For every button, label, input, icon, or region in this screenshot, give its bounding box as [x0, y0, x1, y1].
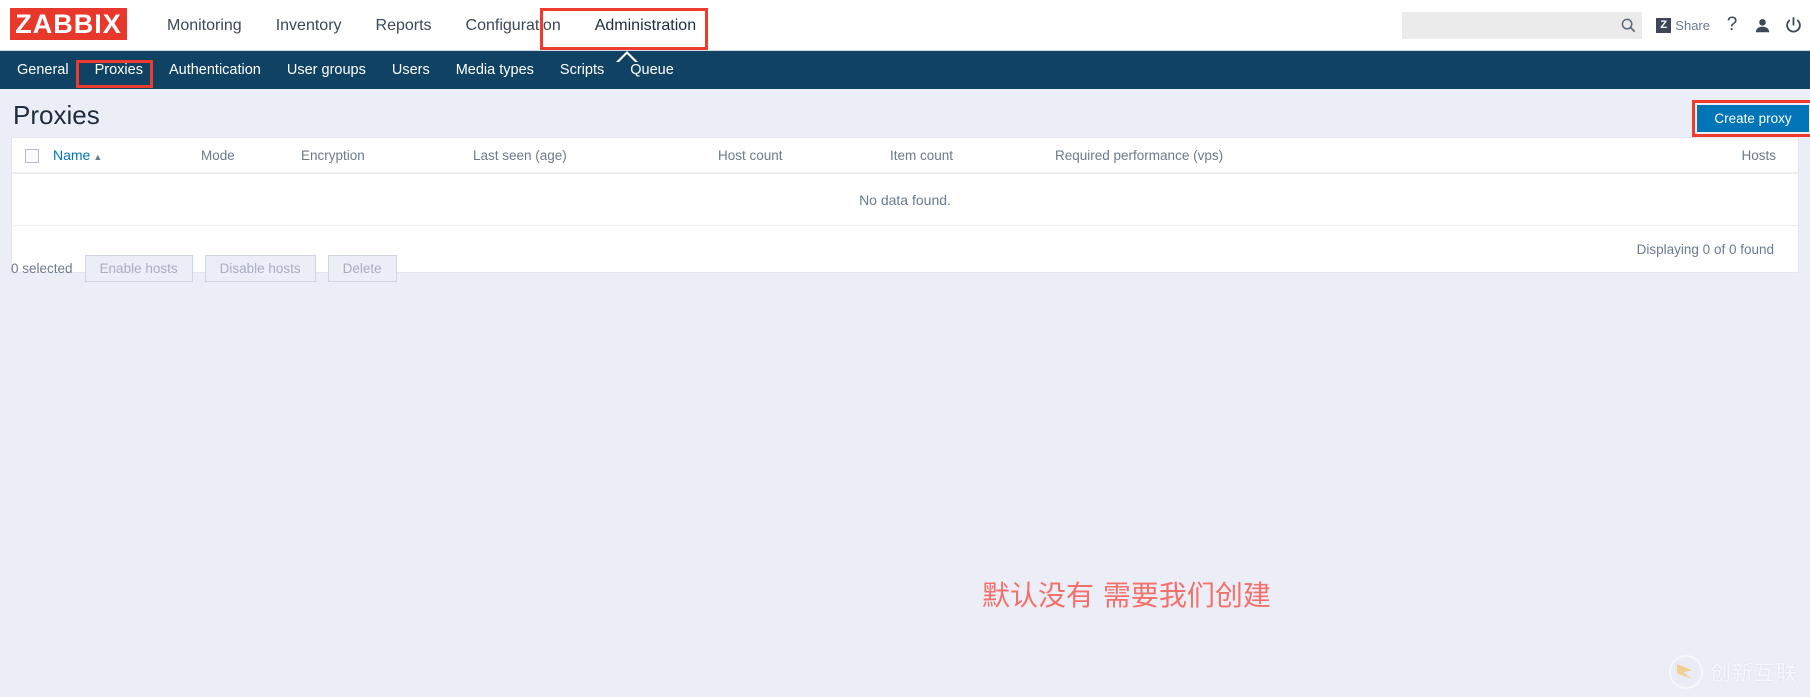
annotation-note-text: 默认没有 需要我们创建 [982, 579, 1271, 612]
page-body: Proxies Name ▲ Mode Encryption Last seen … [0, 89, 1810, 697]
proxies-table: Name ▲ Mode Encryption Last seen (age) Ho… [12, 138, 1798, 272]
column-header-required-performance[interactable]: Required performance (vps) [1055, 138, 1470, 174]
top-header: ZABBIX Monitoring Inventory Reports Conf… [0, 0, 1810, 51]
select-all-header[interactable] [12, 138, 53, 174]
column-header-host-count[interactable]: Host count [718, 138, 890, 174]
delete-button[interactable]: Delete [327, 255, 397, 282]
nav-item-monitoring[interactable]: Monitoring [150, 0, 259, 51]
nav-item-administration[interactable]: Administration [578, 0, 713, 51]
subnav-item-general[interactable]: General [4, 51, 82, 89]
subnav-item-users[interactable]: Users [379, 51, 443, 89]
selected-count-label: 0 selected [11, 261, 73, 276]
subnav-item-queue[interactable]: Queue [617, 51, 687, 89]
share-badge-icon: Z [1656, 17, 1672, 33]
proxies-table-container: Name ▲ Mode Encryption Last seen (age) Ho… [11, 137, 1799, 273]
search-input[interactable] [1402, 11, 1615, 39]
main-navigation: Monitoring Inventory Reports Configurati… [150, 0, 713, 51]
column-header-name[interactable]: Name ▲ [53, 138, 201, 174]
watermark: 创新互联 [1669, 655, 1798, 689]
page-title: Proxies [13, 100, 100, 130]
nav-item-configuration[interactable]: Configuration [449, 0, 578, 51]
nav-item-reports[interactable]: Reports [359, 0, 449, 51]
column-header-item-count[interactable]: Item count [890, 138, 1055, 174]
enable-hosts-button[interactable]: Enable hosts [84, 255, 193, 282]
sort-ascending-icon: ▲ [93, 152, 103, 162]
sub-navigation: General Proxies Authentication User grou… [0, 51, 1810, 89]
watermark-logo-icon [1669, 655, 1703, 689]
select-all-checkbox[interactable] [25, 148, 39, 163]
subnav-item-user-groups[interactable]: User groups [274, 51, 379, 89]
table-empty-row: No data found. [12, 173, 1798, 226]
search-icon[interactable] [1615, 12, 1643, 39]
zabbix-logo[interactable]: ZABBIX [10, 8, 127, 40]
sort-by-name-link[interactable]: Name [53, 147, 90, 163]
power-icon-svg [1786, 16, 1801, 32]
subnav-item-authentication[interactable]: Authentication [156, 51, 274, 89]
subnav-item-proxies[interactable]: Proxies [82, 51, 156, 89]
user-icon-svg [1755, 18, 1770, 32]
column-header-hosts[interactable]: Hosts [1470, 138, 1798, 174]
share-label: Share [1675, 17, 1710, 33]
bulk-action-bar: 0 selected Enable hosts Disable hosts De… [11, 255, 397, 282]
column-header-last-seen[interactable]: Last seen (age) [473, 138, 718, 174]
table-header-row: Name ▲ Mode Encryption Last seen (age) Ho… [12, 138, 1798, 174]
help-icon[interactable]: ? [1724, 9, 1740, 41]
header-tools: Z Share ? [1402, 9, 1802, 41]
share-button[interactable]: Z Share [1656, 9, 1710, 41]
column-header-encryption[interactable]: Encryption [301, 138, 473, 174]
subnav-item-scripts[interactable]: Scripts [547, 51, 617, 89]
subnav-item-media-types[interactable]: Media types [443, 51, 547, 89]
disable-hosts-button[interactable]: Disable hosts [204, 255, 316, 282]
column-header-mode[interactable]: Mode [201, 138, 301, 174]
create-proxy-button[interactable]: Create proxy [1697, 105, 1809, 132]
global-search[interactable] [1402, 11, 1643, 39]
no-data-message: No data found. [12, 173, 1798, 226]
watermark-text: 创新互联 [1710, 661, 1798, 685]
power-logout-icon[interactable] [1785, 9, 1802, 41]
user-profile-icon[interactable] [1754, 9, 1771, 41]
search-icon-svg [1621, 18, 1636, 32]
nav-item-inventory[interactable]: Inventory [259, 0, 359, 51]
